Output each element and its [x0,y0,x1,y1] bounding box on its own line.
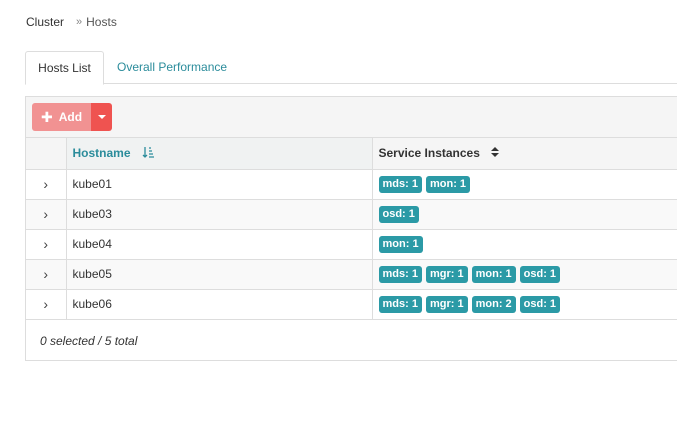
row-expand-cell[interactable]: › [26,259,67,290]
add-button[interactable]: ✚ Add [32,103,91,131]
table-toolbar: ✚ Add [26,97,677,138]
service-badge: mgr: 1 [425,295,468,313]
service-instances-cell: osd: 1 [372,199,677,230]
service-instances-cell: mds: 1 mgr: 1 mon: 1 osd: 1 [372,259,677,290]
hostname-cell: kube04 [66,229,373,260]
chevron-right-icon[interactable]: › [43,206,48,222]
hostname-cell: kube03 [66,199,373,230]
service-badge: mon: 2 [471,295,516,313]
service-instances-column-header[interactable]: Service Instances [372,138,677,170]
row-expand-cell[interactable]: › [26,229,67,260]
chevron-right-icon[interactable]: › [43,296,48,312]
add-button-label: Add [58,110,83,124]
service-badge: mds: 1 [378,295,422,313]
add-dropdown-toggle[interactable] [91,103,112,131]
row-expand-cell[interactable]: › [26,169,67,200]
breadcrumb-hosts: Hosts [86,15,117,29]
service-badge: mon: 1 [471,265,516,283]
hostname-column-header[interactable]: Hostname [66,138,373,170]
breadcrumb-separator: » [76,16,83,28]
service-instances-cell: mds: 1 mgr: 1 mon: 2 osd: 1 [372,289,677,320]
service-badge: mon: 1 [378,235,423,253]
service-badge: osd: 1 [519,265,561,283]
service-instances-cell: mds: 1 mon: 1 [372,169,677,200]
caret-down-icon [97,115,106,119]
service-badge: mon: 1 [425,175,471,193]
table-row[interactable]: › kube05 mds: 1 mgr: 1 mon: 1 osd: 1 [26,259,677,290]
table-row[interactable]: › kube03 osd: 1 [26,199,677,230]
row-expand-cell[interactable]: › [26,289,67,320]
hostname-cell: kube06 [66,289,373,320]
chevron-right-icon[interactable]: › [43,176,48,192]
service-badge: mds: 1 [378,265,422,283]
services-header-label: Service Instances [378,145,480,160]
service-badge: mds: 1 [378,175,422,193]
table-footer-summary: 0 selected / 5 total [40,334,138,348]
chevron-right-icon[interactable]: › [43,266,48,282]
breadcrumb: Cluster » Hosts [26,15,117,29]
plus-icon: ✚ [40,108,53,125]
table-row[interactable]: › kube04 mon: 1 [26,229,677,260]
hostname-cell: kube05 [66,259,373,290]
hostname-cell: kube01 [66,169,373,200]
tab-overall-performance[interactable]: Overall Performance [105,51,239,84]
table-header-row: Hostname Service Instances [26,138,677,170]
row-expand-cell[interactable]: › [26,199,67,230]
expand-column-header [26,138,67,170]
service-badge: mgr: 1 [425,265,468,283]
service-instances-cell: mon: 1 [372,229,677,260]
hosts-table-panel: ✚ Add Hostname Service Instances › kube0… [25,96,677,361]
chevron-right-icon[interactable]: › [43,236,48,252]
service-badge: osd: 1 [519,295,561,313]
tab-hosts-list[interactable]: Hosts List [25,51,104,85]
table-row[interactable]: › kube06 mds: 1 mgr: 1 mon: 2 osd: 1 [26,289,677,320]
sort-icon [491,146,500,161]
hostname-header-label: Hostname [72,145,131,160]
tab-bar: Hosts List Overall Performance [25,51,677,85]
hosts-table: Hostname Service Instances › kube01 mds:… [26,138,677,320]
breadcrumb-cluster[interactable]: Cluster [26,15,64,29]
service-badge: osd: 1 [378,205,419,223]
sort-ascending-icon [142,146,154,161]
table-row[interactable]: › kube01 mds: 1 mon: 1 [26,169,677,200]
